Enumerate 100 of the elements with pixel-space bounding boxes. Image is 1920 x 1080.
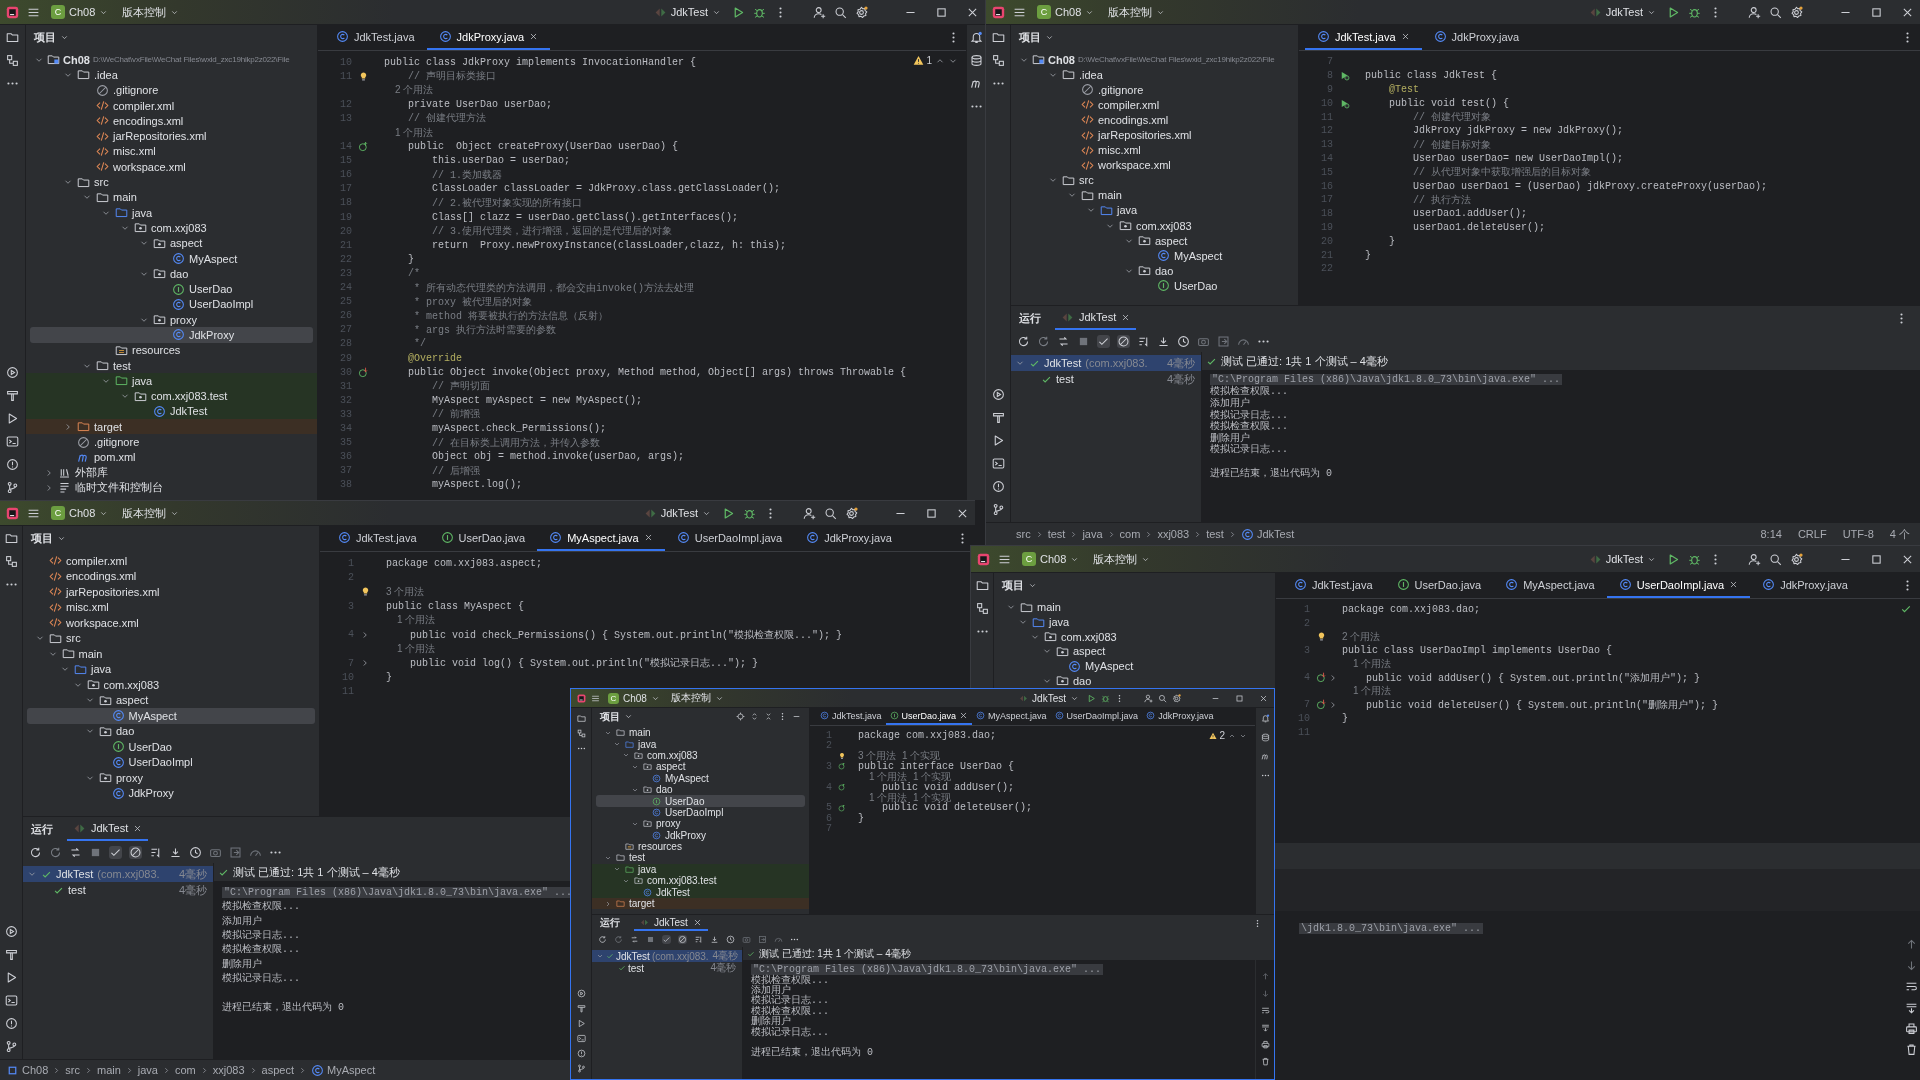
editor-tab[interactable]: JdkTest.java [1305, 25, 1422, 50]
run-config-selector[interactable]: JdkTest [1016, 690, 1082, 706]
breadcrumb[interactable]: test [1206, 528, 1224, 540]
usage-hint[interactable]: 2 个用法 [378, 83, 434, 98]
tree-item[interactable]: aspect [30, 235, 313, 251]
tree-item[interactable]: test [596, 852, 805, 864]
tree-item[interactable]: encodings.xml [27, 568, 315, 584]
run-config-selector[interactable]: JdkTest [1585, 3, 1659, 21]
tree-item[interactable]: pom.xml [30, 449, 313, 465]
status-item[interactable]: 4 个 [1889, 526, 1910, 542]
tree-item[interactable]: java [27, 661, 315, 677]
tree-item[interactable]: UserDao [1015, 278, 1294, 294]
usage-hint[interactable]: 1 个用法 [380, 641, 436, 656]
vcs-menu[interactable]: 版本控制 [1105, 2, 1169, 22]
tree-item[interactable]: com.xxj083.test [592, 875, 809, 887]
warning-count[interactable]: 2 [1209, 730, 1225, 741]
project-selector[interactable]: C Ch08 [1019, 550, 1083, 568]
tree-item[interactable]: misc.xml [1015, 142, 1294, 158]
run-tab[interactable]: JdkTest [634, 915, 708, 931]
tree-item[interactable]: main [27, 646, 315, 662]
tree-item[interactable]: MyAspect [596, 772, 805, 784]
tree-item[interactable]: .gitignore [30, 434, 313, 450]
tree-item[interactable]: UserDaoImpl [596, 806, 805, 819]
editor-tab[interactable]: MyAspect.java [1493, 573, 1607, 598]
tree-item[interactable]: dao [1015, 263, 1294, 279]
breadcrumb[interactable]: xxj083 [1157, 528, 1190, 540]
test-result-item[interactable]: JdkTest (com.xxj083. 4毫秒 [592, 950, 742, 962]
tree-item[interactable]: com.xxj083 [998, 629, 1271, 645]
breadcrumb[interactable]: java [137, 1064, 158, 1076]
tree-item[interactable]: proxy [596, 818, 805, 830]
warning-count[interactable]: 1 [913, 55, 932, 66]
tree-item[interactable]: dao [596, 783, 805, 796]
editor-tab[interactable]: UserDao.java [1384, 573, 1494, 598]
tree-item[interactable]: JdkProxy [30, 327, 313, 343]
tree-item[interactable]: compiler.xml [30, 97, 313, 114]
vcs-menu[interactable]: 版本控制 [667, 689, 727, 707]
tree-item[interactable]: workspace.xml [27, 615, 315, 631]
editor-tab[interactable]: JdkProxy.java [1142, 708, 1218, 725]
usage-hint[interactable]: 3 个用法 [380, 584, 425, 599]
test-result-item[interactable]: test 4毫秒 [23, 882, 213, 898]
tree-item[interactable]: JdkProxy [596, 829, 805, 841]
tree-item[interactable]: MyAspect [27, 708, 315, 724]
project-view-selector[interactable]: 项目 [1002, 578, 1037, 593]
vcs-menu[interactable]: 版本控制 [1090, 549, 1154, 569]
tree-item[interactable]: UserDao [30, 281, 313, 297]
editor-tab[interactable]: MyAspect.java [537, 526, 665, 551]
breadcrumb[interactable]: MyAspect [311, 1063, 376, 1077]
editor-tab[interactable]: JdkTest.java [816, 708, 886, 725]
tree-item[interactable]: 临时文件和控制台 [30, 480, 313, 496]
tree-item[interactable]: MyAspect [998, 658, 1271, 674]
tree-item[interactable]: aspect [998, 644, 1271, 659]
tree-item[interactable]: UserDao [596, 795, 805, 807]
usage-hint[interactable]: 1 个用法 [380, 613, 436, 628]
status-item[interactable]: CRLF [1797, 528, 1827, 540]
editor-tab[interactable]: UserDao.java [885, 708, 973, 725]
tree-item[interactable]: main [596, 727, 805, 739]
editor-tab[interactable]: JdkTest.java [326, 526, 429, 551]
breadcrumb[interactable]: main [96, 1064, 121, 1076]
run-config-selector[interactable]: JdkTest [1585, 550, 1659, 568]
status-item[interactable]: 8:14 [1760, 528, 1782, 540]
vcs-menu[interactable]: 版本控制 [119, 2, 183, 22]
editor-tab[interactable]: JdkProxy.java [1750, 573, 1860, 598]
tree-item[interactable]: .gitignore [30, 82, 313, 98]
tree-item[interactable]: Ch08 D:\WeChat\vxFile\WeChat Files\wxid_zxc19hikp2z022\File [1015, 52, 1294, 68]
test-result-item[interactable]: test 4毫秒 [1011, 371, 1201, 387]
project-view-selector[interactable]: 项目 [31, 531, 66, 546]
editor-tab[interactable]: UserDaoImpl.java [664, 526, 795, 551]
breadcrumb[interactable]: java [1082, 528, 1103, 540]
tree-item[interactable]: test [30, 357, 313, 374]
tree-item[interactable]: src [30, 174, 313, 190]
editor-tab[interactable]: MyAspect.java [972, 708, 1051, 725]
breadcrumb[interactable]: test [1047, 528, 1066, 540]
tree-item[interactable]: java [30, 204, 313, 221]
tree-item[interactable]: main [1015, 187, 1294, 203]
tree-item[interactable]: src [27, 630, 315, 646]
project-selector[interactable]: C Ch08 [48, 3, 112, 21]
tree-item[interactable]: java [26, 373, 317, 389]
usage-hint[interactable]: 2 个用法 [1336, 630, 1381, 644]
breadcrumb[interactable]: src [1016, 528, 1031, 540]
breadcrumb[interactable]: com [175, 1064, 196, 1076]
tree-item[interactable]: main [998, 600, 1271, 615]
usage-hint[interactable]: 1 个用法 [378, 125, 434, 140]
editor-tab[interactable]: JdkTest.java [324, 25, 427, 50]
tree-item[interactable]: src [1015, 172, 1294, 188]
tree-item[interactable]: jarRepositories.xml [1015, 127, 1294, 143]
tree-item[interactable]: JdkTest [592, 886, 809, 898]
editor-tab[interactable]: UserDao.java [428, 526, 538, 551]
breadcrumb[interactable]: JdkTest [1240, 527, 1295, 541]
breadcrumb[interactable]: aspect [261, 1064, 294, 1076]
tree-item[interactable]: java [596, 738, 805, 750]
tree-item[interactable]: Ch08 D:\WeChat\vxFile\WeChat Files\wxid_zxc19hikp2z022\File [30, 52, 313, 68]
tree-item[interactable]: java [1015, 202, 1294, 219]
tree-item[interactable]: UserDaoImpl [27, 754, 315, 770]
tree-item[interactable]: jarRepositories.xml [27, 584, 315, 600]
project-view-selector[interactable]: 项目 [600, 709, 633, 724]
tree-item[interactable]: java [998, 614, 1271, 630]
tree-item[interactable]: UserDao [27, 739, 315, 755]
run-tab[interactable]: JdkTest [67, 817, 149, 841]
project-view-selector[interactable]: 项目 [34, 30, 69, 45]
tree-item[interactable]: resources [30, 342, 313, 358]
